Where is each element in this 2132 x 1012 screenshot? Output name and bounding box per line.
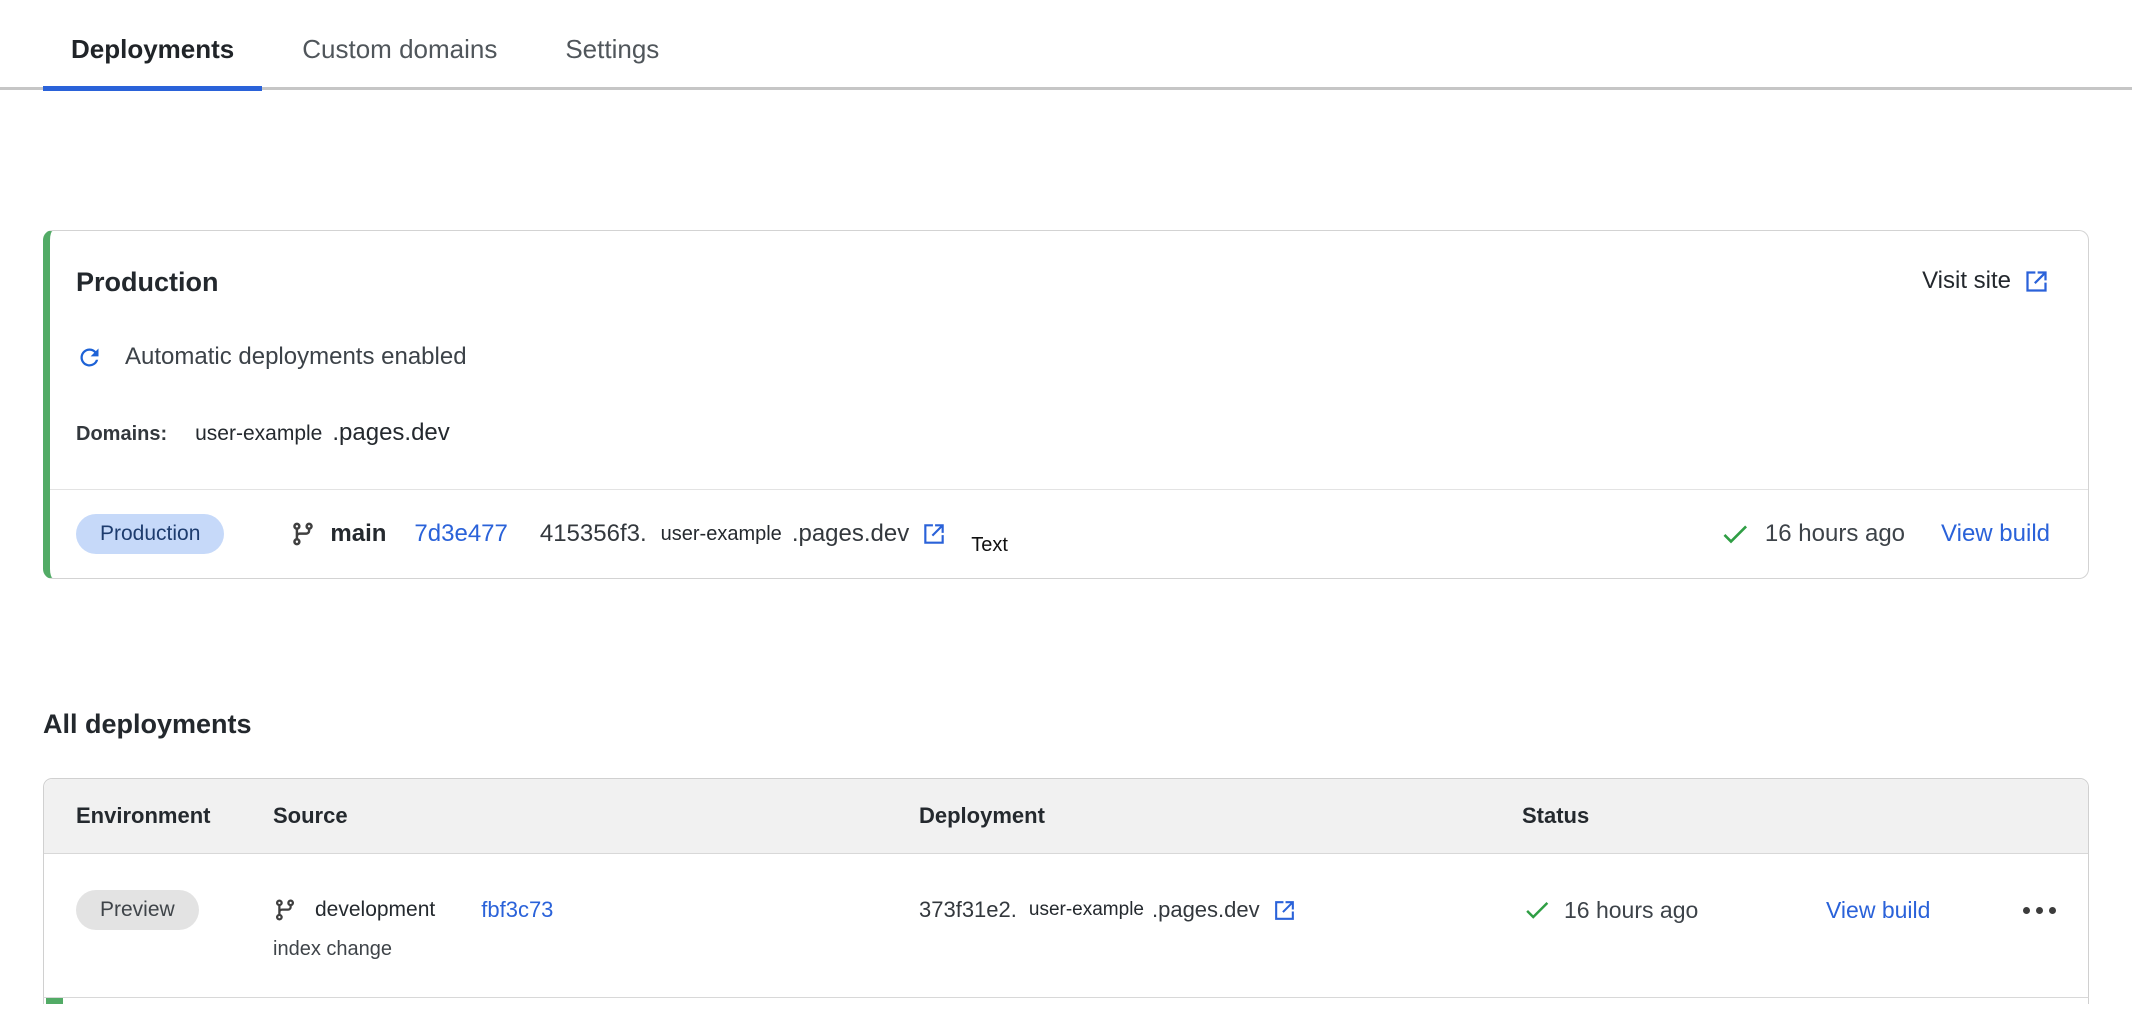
external-link-icon[interactable] bbox=[921, 521, 947, 547]
deployment-url: 415356f3. user-example .pages.dev bbox=[540, 520, 947, 548]
column-source: Source bbox=[273, 803, 919, 829]
domains-label: Domains: bbox=[76, 423, 167, 446]
table-row: Preview development fbf3c73 index change… bbox=[44, 854, 2088, 997]
environment-badge: Production bbox=[76, 514, 224, 554]
visit-site-link[interactable]: Visit site bbox=[1922, 267, 2050, 295]
commit-link[interactable]: fbf3c73 bbox=[481, 897, 553, 923]
external-link-icon bbox=[2023, 268, 2050, 295]
git-branch-icon bbox=[290, 521, 316, 547]
deployment-hash: 415356f3. bbox=[540, 520, 647, 548]
deployment-hash: 373f31e2. bbox=[919, 897, 1017, 923]
status-cell: 16 hours ago bbox=[1522, 890, 1826, 930]
commit-message: index change bbox=[273, 938, 919, 961]
check-icon bbox=[1719, 518, 1751, 550]
domain-suffix: .pages.dev bbox=[332, 419, 449, 447]
view-build-link[interactable]: View build bbox=[1941, 520, 2050, 548]
visit-site-label: Visit site bbox=[1922, 267, 2011, 295]
ellipsis-icon bbox=[2023, 907, 2030, 914]
deployment-suffix: .pages.dev bbox=[1152, 897, 1260, 923]
environment-badge: Preview bbox=[76, 890, 199, 930]
git-branch-icon bbox=[273, 898, 297, 922]
table-header-row: Environment Source Deployment Status bbox=[44, 779, 2088, 854]
all-deployments-heading: All deployments bbox=[43, 709, 2089, 740]
deployment-suffix: .pages.dev bbox=[792, 520, 909, 548]
deployment-name: user-example bbox=[1029, 899, 1144, 921]
column-environment: Environment bbox=[76, 803, 273, 829]
deployment-url: 373f31e2. user-example .pages.dev bbox=[919, 890, 1522, 930]
refresh-icon bbox=[76, 344, 103, 371]
text-annotation: Text bbox=[971, 534, 1008, 557]
column-deployment: Deployment bbox=[919, 803, 1522, 829]
production-card: Production Visit site Automatic deployme… bbox=[43, 230, 2089, 579]
tab-settings[interactable]: Settings bbox=[537, 34, 687, 91]
view-build-link[interactable]: View build bbox=[1826, 897, 1930, 924]
branch-name: main bbox=[330, 520, 386, 548]
branch-name: development bbox=[315, 898, 435, 922]
tab-deployments[interactable]: Deployments bbox=[43, 34, 262, 91]
production-deployment-row: Production main 7d3e477 415356f3. user-e… bbox=[50, 489, 2088, 578]
more-options-button[interactable] bbox=[2023, 890, 2056, 930]
deployments-table: Environment Source Deployment Status Pre… bbox=[43, 778, 2089, 997]
tab-custom-domains[interactable]: Custom domains bbox=[274, 34, 525, 91]
external-link-icon[interactable] bbox=[1272, 898, 1297, 923]
production-accent-stub bbox=[46, 998, 63, 1004]
column-status: Status bbox=[1522, 803, 1826, 829]
check-icon bbox=[1522, 895, 1552, 925]
domain-name: user-example bbox=[195, 422, 322, 446]
deployment-name: user-example bbox=[661, 523, 782, 546]
deploy-time: 16 hours ago bbox=[1765, 520, 1905, 548]
tab-bar: Deployments Custom domains Settings bbox=[0, 0, 2132, 90]
auto-deployments-text: Automatic deployments enabled bbox=[125, 343, 467, 371]
commit-link[interactable]: 7d3e477 bbox=[414, 520, 507, 548]
production-card-title: Production bbox=[76, 267, 219, 298]
deploy-time: 16 hours ago bbox=[1564, 897, 1698, 924]
next-row-stub bbox=[43, 997, 2089, 1004]
